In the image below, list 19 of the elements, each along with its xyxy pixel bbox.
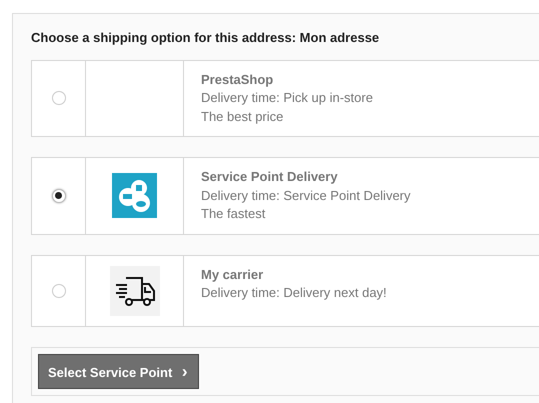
service-point-logo-icon (112, 173, 157, 218)
carrier-detail: The fastest (201, 205, 266, 223)
section-heading: Choose a shipping option for this address: Mon adresse (31, 29, 380, 47)
carrier-detail: Delivery time: Pick up in-store (201, 89, 373, 107)
shipping-option[interactable]: PrestaShop Delivery time: Pick up in-store The best price (31, 60, 539, 137)
radio-button[interactable] (52, 91, 66, 106)
select-service-point-button[interactable]: Select Service Point › (38, 354, 199, 389)
truck-icon (110, 266, 160, 316)
carrier-detail: Delivery time: Delivery next day! (201, 284, 387, 302)
carrier-name: PrestaShop (201, 70, 274, 89)
carrier-detail: The best price (201, 108, 284, 126)
shipping-option[interactable]: My carrier Delivery time: Delivery next day! (31, 254, 539, 326)
carrier-detail: Delivery time: Service Point Delivery (201, 186, 411, 205)
radio-button[interactable] (52, 188, 66, 203)
chevron-icon: › (182, 362, 188, 380)
radio-button[interactable] (52, 284, 66, 298)
carrier-name: My carrier (201, 266, 264, 284)
shipping-option[interactable]: Service Point Delivery Delivery time: Service Point Delivery The fastest (31, 157, 539, 234)
carrier-name: Service Point Delivery (201, 168, 339, 186)
